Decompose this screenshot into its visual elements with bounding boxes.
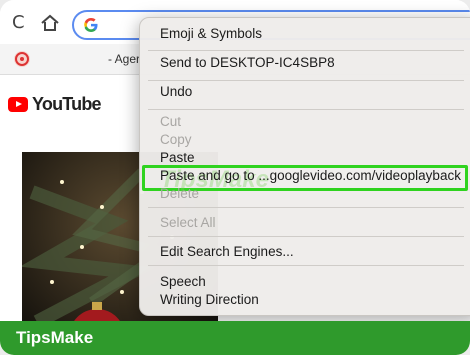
menu-item-delete: Delete	[160, 186, 200, 201]
menu-separator	[148, 265, 464, 266]
youtube-logo-text: YouTube	[32, 93, 102, 114]
menu-item-send-to-device[interactable]: Send to DESKTOP-IC4SBP8	[160, 55, 335, 70]
menu-separator	[148, 109, 464, 110]
menu-item-copy: Copy	[160, 132, 192, 147]
brand-label: TipsMake	[16, 328, 94, 347]
menu-separator	[148, 236, 464, 237]
home-icon[interactable]	[40, 14, 60, 32]
google-g-icon	[82, 16, 100, 34]
youtube-play-icon	[8, 96, 28, 112]
reload-icon[interactable]: C	[12, 14, 30, 32]
menu-item-edit-search-engines[interactable]: Edit Search Engines...	[160, 244, 294, 259]
menu-separator	[148, 80, 464, 81]
menu-item-cut: Cut	[160, 114, 182, 129]
menu-separator	[148, 207, 464, 208]
menu-item-speech[interactable]: Speech	[160, 274, 206, 289]
menu-item-writing-direction[interactable]: Writing Direction	[160, 292, 259, 307]
footer-bar: TipsMake	[0, 321, 470, 355]
menu-separator	[148, 50, 464, 51]
menu-item-paste[interactable]: Paste	[160, 150, 195, 165]
browser-window: C - Ager YouTube Emoji & Symbols Send to…	[0, 0, 470, 355]
menu-item-select-all: Select All	[160, 215, 216, 230]
menu-item-emoji-symbols[interactable]: Emoji & Symbols	[160, 26, 262, 41]
bookmark-item[interactable]: - Ager	[108, 52, 140, 66]
bookmark-favicon-icon[interactable]	[14, 51, 30, 67]
menu-item-paste-and-go[interactable]: Paste and go to ...googlevideo.com/video…	[160, 168, 461, 183]
menu-item-undo[interactable]: Undo	[160, 84, 192, 99]
context-menu: Emoji & Symbols Send to DESKTOP-IC4SBP8 …	[139, 17, 470, 316]
youtube-logo[interactable]: YouTube	[8, 93, 102, 114]
